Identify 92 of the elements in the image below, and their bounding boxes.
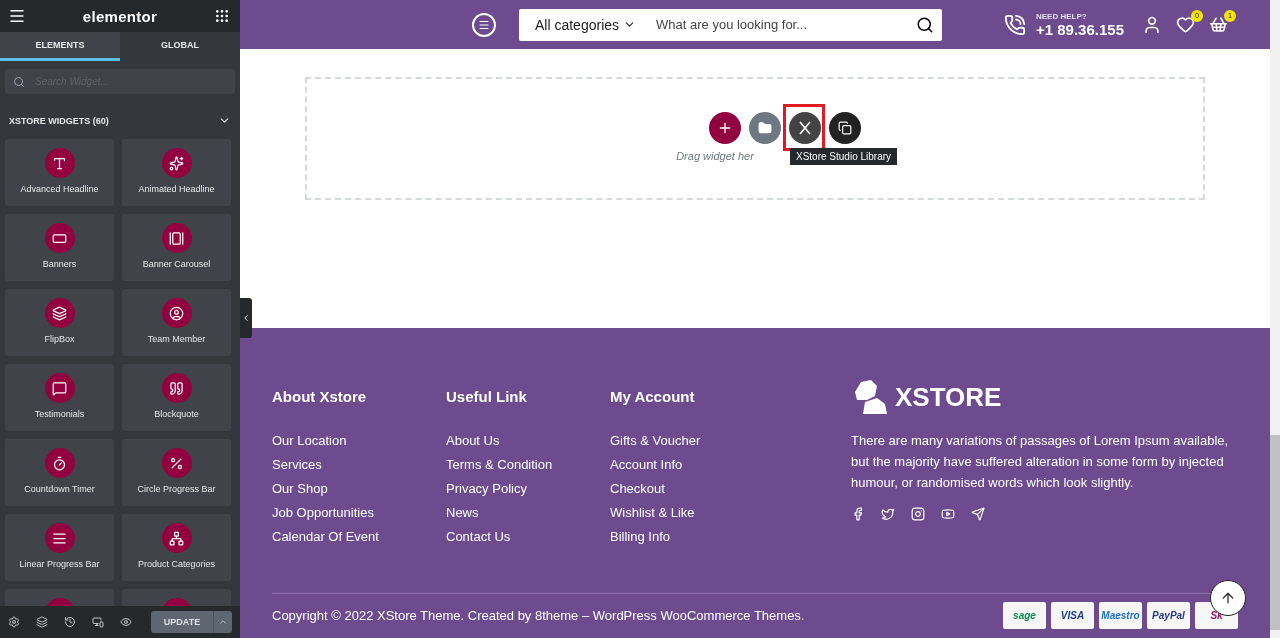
layers-icon[interactable] <box>36 616 48 628</box>
update-button[interactable]: UPDATE <box>151 611 213 633</box>
footer-link[interactable]: Contact Us <box>446 525 610 549</box>
widget-card[interactable]: Linear Progress Bar <box>5 514 114 581</box>
account-button[interactable] <box>1142 14 1162 35</box>
widget-card[interactable]: FlipBox <box>5 289 114 356</box>
sparkle-icon <box>161 148 192 178</box>
payment-card: PayPal <box>1147 602 1190 630</box>
add-section-button[interactable] <box>709 112 741 144</box>
search-bar[interactable]: All categories What are you looking for... <box>519 8 942 41</box>
caret-icon <box>218 617 228 627</box>
footer-link[interactable]: Wishlist & Like <box>610 501 851 525</box>
apps-grid-icon[interactable] <box>214 8 230 24</box>
widget-card[interactable]: Banner Carousel <box>122 214 231 281</box>
menu-icon <box>478 18 490 31</box>
gallery-icon <box>161 223 192 253</box>
panel-tab[interactable]: ELEMENTS <box>0 32 120 61</box>
payment-card: VISA <box>1051 602 1094 630</box>
widget-card[interactable]: Testimonials <box>5 364 114 431</box>
footer-link[interactable]: Calendar Of Event <box>272 525 446 549</box>
menu-icon[interactable] <box>8 7 26 25</box>
footer-link[interactable]: Billing Info <box>610 525 851 549</box>
category-select[interactable]: All categories <box>535 16 637 33</box>
history-icon[interactable] <box>64 616 76 628</box>
scrollbar[interactable] <box>1270 0 1280 638</box>
footer-link[interactable]: Privacy Policy <box>446 477 610 501</box>
folder-icon <box>758 121 772 135</box>
footer-link[interactable]: Job Opportunities <box>272 501 446 525</box>
eye-icon[interactable] <box>120 616 132 628</box>
quote-icon <box>161 373 192 403</box>
percent-icon <box>161 448 192 478</box>
search-icon <box>13 75 25 88</box>
widget-card[interactable]: Team Member <box>122 289 231 356</box>
search-icon[interactable] <box>916 15 934 34</box>
x-icon <box>798 121 812 135</box>
column-title: My Account <box>610 388 696 405</box>
count-badge: 1 <box>1224 9 1236 22</box>
payment-card: Maestro <box>1099 602 1142 630</box>
timer-icon <box>44 448 75 478</box>
phone-icon <box>1004 13 1026 36</box>
column-title: About Xstore <box>272 388 368 405</box>
footer-link[interactable]: Services <box>272 453 446 477</box>
help-label: NEED HELP? <box>1036 11 1088 21</box>
brand-description: There are many variations of passages of Lorem Ipsum available, but the majority have suffered alteration in some form by injected humour, or randomised words which look slightly. <box>851 432 1230 492</box>
hierarchy-icon <box>161 523 192 553</box>
count-badge: 0 <box>1191 9 1203 22</box>
widget-card[interactable]: Circle Progress Bar <box>122 439 231 506</box>
bars-icon <box>44 523 75 553</box>
tooltip: XStore Studio Library <box>790 148 898 165</box>
phone-number: +1 89.36.155 <box>1036 20 1124 38</box>
footer-link[interactable]: Our Shop <box>272 477 446 501</box>
template-button[interactable] <box>749 112 781 144</box>
footer-link[interactable]: News <box>446 501 610 525</box>
wishlist-button[interactable] <box>1176 14 1195 35</box>
collapse-handle[interactable] <box>240 298 252 338</box>
payment-card: sage <box>1003 602 1046 630</box>
footer-link[interactable]: Gifts & Voucher <box>610 429 851 453</box>
settings-icon[interactable] <box>8 616 20 628</box>
facebook-icon[interactable] <box>851 507 865 521</box>
paste-button[interactable] <box>829 112 861 144</box>
twitter-icon[interactable] <box>881 507 895 521</box>
cart-button[interactable] <box>1209 14 1228 35</box>
editor-logo: elementor <box>82 7 158 25</box>
text-icon <box>44 148 75 178</box>
widget-card[interactable]: Blockquote <box>122 364 231 431</box>
column-title: Useful Link <box>446 388 528 405</box>
widget-card[interactable]: Product Categories <box>122 514 231 581</box>
footer-link[interactable]: Account Info <box>610 453 851 477</box>
user-icon <box>161 298 192 328</box>
widget-card[interactable]: Banners <box>5 214 114 281</box>
footer-link[interactable]: About Us <box>446 429 610 453</box>
copyright-text: Copyright © 2022 XStore Theme. Created by 8theme – WordPress WooCommerce Themes. <box>272 608 805 624</box>
layers-icon <box>44 298 75 328</box>
footer-link[interactable]: Checkout <box>610 477 851 501</box>
studio-library-button[interactable] <box>789 112 821 144</box>
footer-link[interactable]: Our Location <box>272 429 446 453</box>
plus-icon <box>717 120 733 136</box>
brand-name: XSTORE <box>895 381 1002 413</box>
widget-card[interactable]: Animated Headline <box>122 139 231 206</box>
responsive-icon[interactable] <box>92 616 104 628</box>
widget-card[interactable]: Advanced Headline <box>5 139 114 206</box>
menu-button[interactable] <box>472 12 496 37</box>
paper-plane-icon[interactable] <box>971 507 985 521</box>
banner-icon <box>44 223 75 253</box>
copy-icon <box>838 121 852 135</box>
widget-card[interactable]: Countdown Timer <box>5 439 114 506</box>
speech-bubble-icon <box>44 373 75 403</box>
instagram-icon[interactable] <box>911 507 925 521</box>
category-header[interactable]: XSTORE WIDGETS (60) <box>9 114 231 127</box>
youtube-icon[interactable] <box>941 507 955 521</box>
footer-link[interactable]: Terms & Condition <box>446 453 610 477</box>
drop-hint: Drag widget her <box>676 150 754 162</box>
